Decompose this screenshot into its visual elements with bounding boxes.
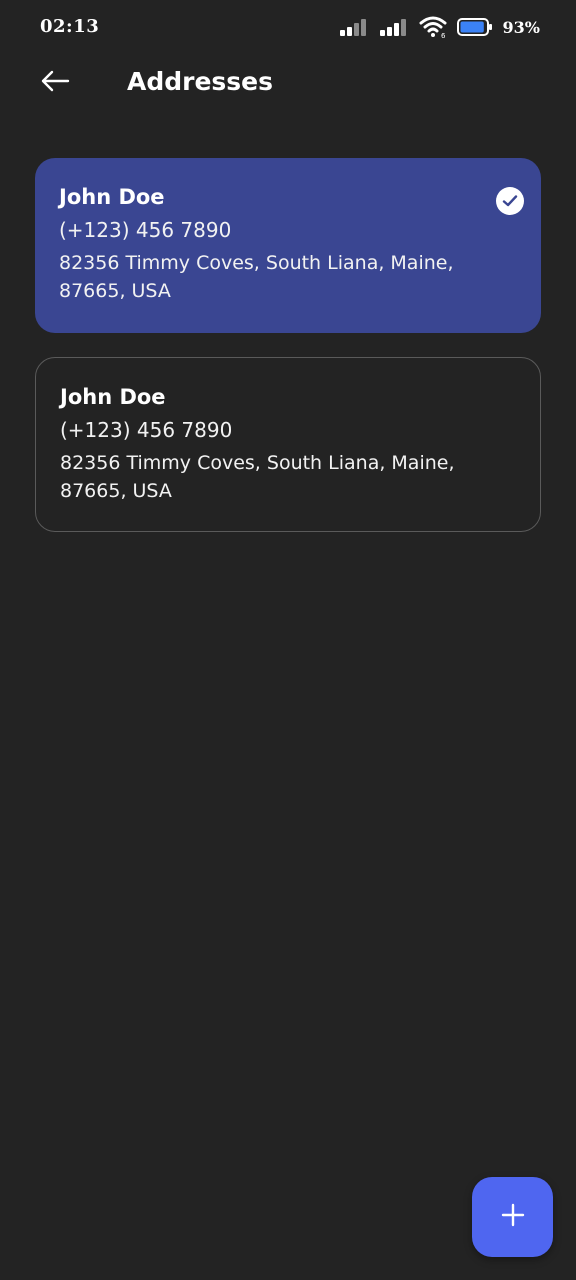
address-phone: (+123) 456 7890 bbox=[60, 418, 233, 442]
address-list: John Doe (+123) 456 7890 82356 Timmy Cov… bbox=[35, 158, 541, 532]
address-card-selected[interactable]: John Doe (+123) 456 7890 82356 Timmy Cov… bbox=[35, 158, 541, 333]
check-circle-icon bbox=[496, 187, 524, 215]
page-title: Addresses bbox=[127, 67, 274, 96]
status-icons: 6 93% bbox=[339, 16, 540, 38]
status-bar: 02:13 6 93% bbox=[0, 0, 576, 54]
address-name: John Doe bbox=[60, 385, 166, 409]
signal-icon bbox=[379, 17, 409, 37]
arrow-left-icon bbox=[40, 69, 70, 97]
address-phone: (+123) 456 7890 bbox=[59, 218, 232, 242]
app-bar: Addresses bbox=[0, 54, 576, 112]
battery-percent: 93% bbox=[502, 17, 540, 37]
status-time: 02:13 bbox=[40, 16, 100, 37]
back-button[interactable] bbox=[40, 66, 86, 100]
add-address-button[interactable] bbox=[472, 1177, 553, 1257]
addresses-screen: 02:13 6 93% Addresses John Doe (+123) 45… bbox=[0, 0, 576, 1280]
address-text: 82356 Timmy Coves, South Liana, Maine, 8… bbox=[59, 252, 454, 302]
battery-icon bbox=[456, 17, 493, 37]
address-card[interactable]: John Doe (+123) 456 7890 82356 Timmy Cov… bbox=[35, 357, 541, 532]
wifi-icon: 6 bbox=[419, 16, 447, 38]
svg-text:6: 6 bbox=[441, 32, 446, 38]
signal-icon bbox=[339, 17, 369, 37]
address-text: 82356 Timmy Coves, South Liana, Maine, 8… bbox=[60, 452, 455, 502]
address-name: John Doe bbox=[59, 185, 165, 209]
plus-icon bbox=[501, 1203, 525, 1231]
